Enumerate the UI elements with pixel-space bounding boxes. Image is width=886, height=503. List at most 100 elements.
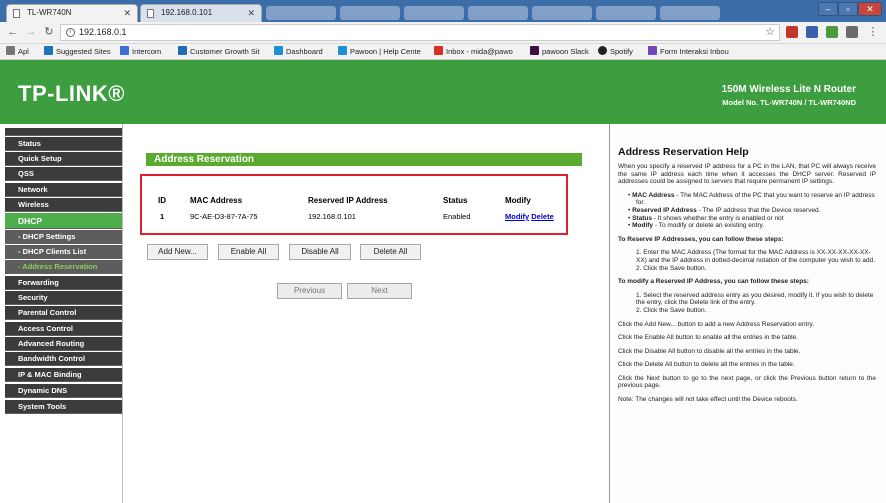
sidebar-item-wireless[interactable]: Wireless xyxy=(5,198,122,212)
sidebar-item-network[interactable]: Network xyxy=(5,183,122,197)
bookmark-icon xyxy=(178,46,187,55)
help-bullet: • Modify - To modify or delete an existi… xyxy=(628,222,765,230)
tab-router[interactable]: TL-WR740N ✕ xyxy=(6,4,138,22)
help-step: 1. Enter the MAC Address (The format for… xyxy=(636,249,876,264)
help-note-disable-all: Click the Disable All button to disable … xyxy=(618,347,801,355)
apps-icon xyxy=(6,46,15,55)
tab-ip[interactable]: 192.168.0.101 ✕ xyxy=(140,4,262,22)
forward-icon[interactable]: → xyxy=(24,25,38,39)
bookmark-icon xyxy=(120,46,129,55)
help-content: Address Reservation Help When you specif… xyxy=(618,146,876,410)
window-close-icon[interactable]: ✕ xyxy=(858,2,882,16)
sidebar-item-security[interactable]: Security xyxy=(5,291,122,305)
sidebar-item-status[interactable]: Status xyxy=(5,137,122,151)
info-icon[interactable]: i xyxy=(66,28,75,37)
help-bullet: • Status - It shows whether the entry is… xyxy=(628,214,784,222)
router-header: TP-LINK® 150M Wireless Lite N Router Mod… xyxy=(0,60,886,124)
bookmarks-bar: Apl Suggested Sites Intercom Customer Gr… xyxy=(0,44,886,60)
blurred-tab[interactable] xyxy=(266,6,336,20)
blurred-tab[interactable] xyxy=(404,6,464,20)
bookmark-icon xyxy=(274,46,283,55)
section-title: Address Reservation xyxy=(154,154,255,165)
help-intro: When you specify a reserved IP address f… xyxy=(618,163,876,186)
bookmark-suggested-sites[interactable]: Suggested Sites xyxy=(44,46,114,58)
add-new-button[interactable]: Add New... xyxy=(147,244,208,260)
forms-icon xyxy=(648,46,657,55)
bookmark-customer-growth[interactable]: Customer Growth Sit xyxy=(178,46,268,58)
help-modify-heading: To modify a Reserved IP Address, you can… xyxy=(618,278,809,286)
bookmark-inbox[interactable]: Inbox - mida@pawo xyxy=(434,46,526,58)
blurred-tab[interactable] xyxy=(468,6,528,20)
sidebar-item-advanced-routing[interactable]: Advanced Routing xyxy=(5,337,122,351)
help-note-paging: Click the Next button to go to the next … xyxy=(618,374,876,390)
menu-icon[interactable]: ⋮ xyxy=(866,25,880,39)
close-icon[interactable]: ✕ xyxy=(123,5,131,21)
bookmark-slack[interactable]: pawoon Slack xyxy=(530,46,594,58)
highlight-annotation-box xyxy=(140,174,568,235)
tp-link-logo: TP-LINK® xyxy=(18,81,125,106)
sidebar-item-parental-control[interactable]: Parental Control xyxy=(5,306,122,320)
delete-all-button[interactable]: Delete All xyxy=(360,244,421,260)
close-icon[interactable]: ✕ xyxy=(247,5,255,21)
blurred-tab[interactable] xyxy=(596,6,656,20)
blurred-tab[interactable] xyxy=(532,6,592,20)
sidebar-item-address-reservation[interactable]: - Address Reservation xyxy=(5,260,122,274)
bookmark-pawoon-help[interactable]: Pawoon | Help Cente xyxy=(338,46,430,58)
help-note-add-new: Click the Add New... button to add a new… xyxy=(618,320,815,328)
extension-icon[interactable] xyxy=(826,26,838,38)
star-icon[interactable]: ☆ xyxy=(765,25,775,40)
sidebar-item-system-tools[interactable]: System Tools xyxy=(5,400,122,414)
help-step: 2. Click the Save button. xyxy=(636,306,707,314)
extension-icon[interactable] xyxy=(806,26,818,38)
url-text: 192.168.0.1 xyxy=(79,27,127,37)
bookmark-form[interactable]: Form Interaksi Inbou xyxy=(648,46,738,58)
reload-icon[interactable]: ↻ xyxy=(42,25,56,39)
slack-icon xyxy=(530,46,539,55)
help-reserve-steps: 1. Enter the MAC Address (The format for… xyxy=(618,249,876,272)
extension-icon[interactable] xyxy=(846,26,858,38)
page-icon xyxy=(13,9,20,18)
help-bullet: • MAC Address - The MAC Address of the P… xyxy=(628,191,875,207)
bookmark-spotify[interactable]: Spotify xyxy=(598,46,642,58)
help-note-reboot: Note: The changes will not take effect u… xyxy=(618,396,798,404)
enable-all-button[interactable]: Enable All xyxy=(218,244,279,260)
sidebar-item-dynamic-dns[interactable]: Dynamic DNS xyxy=(5,384,122,398)
bookmark-intercom[interactable]: Intercom xyxy=(120,46,172,58)
sidebar-item-bandwidth-control[interactable]: Bandwidth Control xyxy=(5,352,122,366)
sidebar-item-dhcp-clients-list[interactable]: - DHCP Clients List xyxy=(5,245,122,259)
sidebar-item-access-control[interactable]: Access Control xyxy=(5,322,122,336)
extension-icon[interactable] xyxy=(786,26,798,38)
help-reserve-heading: To Reserve IP Addresses, you can follow … xyxy=(618,235,784,243)
bookmark-apps[interactable]: Apl xyxy=(6,46,38,58)
product-name: 150M Wireless Lite N Router xyxy=(721,84,856,95)
sidebar-item-dhcp-settings[interactable]: - DHCP Settings xyxy=(5,230,122,244)
page-icon xyxy=(147,9,154,18)
sidebar-item-quick-setup[interactable]: Quick Setup xyxy=(5,152,122,166)
minimize-icon[interactable]: – xyxy=(818,2,838,16)
bookmark-icon xyxy=(338,46,347,55)
help-note-enable-all: Click the Enable All button to enable al… xyxy=(618,334,798,342)
tab-title: 192.168.0.101 xyxy=(161,8,213,17)
help-note-delete-all: Click the Delete All button to delete al… xyxy=(618,361,795,369)
help-field-list: • MAC Address - The MAC Address of the P… xyxy=(618,192,876,230)
sidebar-item-ip-mac-binding[interactable]: IP & MAC Binding xyxy=(5,368,122,382)
bookmark-dashboard[interactable]: Dashboard xyxy=(274,46,334,58)
model-number: Model No. TL-WR740N / TL-WR740ND xyxy=(722,98,856,107)
back-icon[interactable]: ← xyxy=(6,25,20,39)
disable-all-button[interactable]: Disable All xyxy=(289,244,351,260)
sidebar-item-dhcp[interactable]: DHCP xyxy=(5,213,122,229)
next-button[interactable]: Next xyxy=(347,283,412,299)
browser-tab-bar: TL-WR740N ✕ 192.168.0.101 ✕ – ▫ ✕ xyxy=(0,0,886,22)
maximize-icon[interactable]: ▫ xyxy=(838,2,858,16)
blurred-tab[interactable] xyxy=(340,6,400,20)
help-modify-steps: 1. Select the reserved address entry as … xyxy=(618,292,876,315)
address-bar-row: ← → ↻ i 192.168.0.1 ☆ ⋮ xyxy=(0,22,886,44)
help-step: 1. Select the reserved address entry as … xyxy=(636,291,874,307)
previous-button[interactable]: Previous xyxy=(277,283,342,299)
blurred-tab[interactable] xyxy=(660,6,720,20)
bookmark-icon xyxy=(44,46,53,55)
url-input[interactable]: i 192.168.0.1 ☆ xyxy=(60,24,780,41)
sidebar-item-forwarding[interactable]: Forwarding xyxy=(5,276,122,290)
sidebar-item-qss[interactable]: QSS xyxy=(5,167,122,181)
tab-title: TL-WR740N xyxy=(27,8,72,17)
